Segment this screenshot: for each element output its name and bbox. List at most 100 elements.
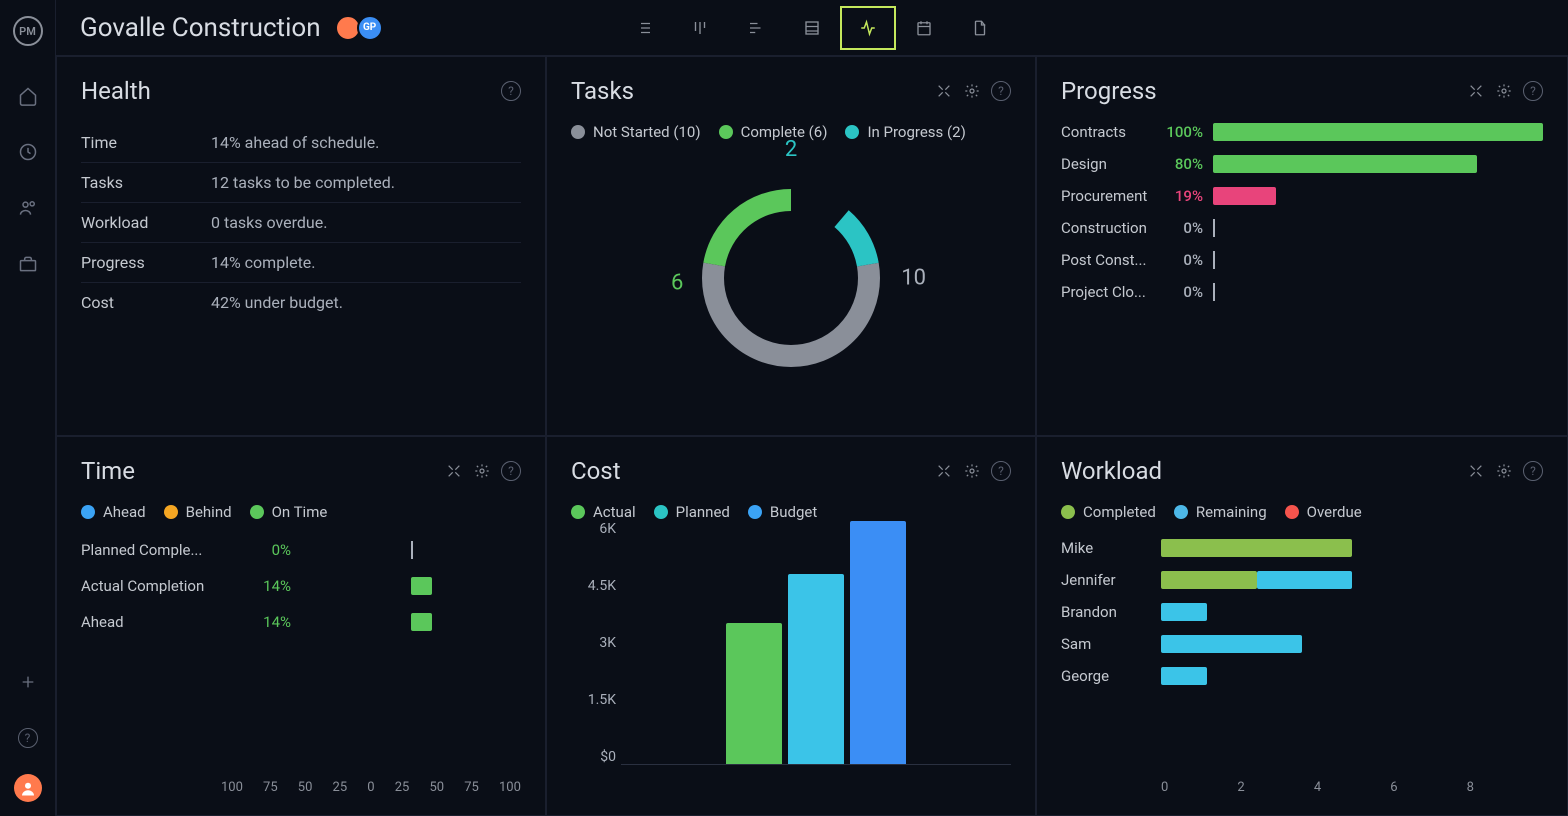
- health-label: Time: [81, 133, 211, 152]
- view-gantt-icon[interactable]: [728, 6, 784, 50]
- progress-name: Procurement: [1061, 187, 1159, 205]
- panel-title-progress: Progress: [1061, 77, 1157, 105]
- view-file-icon[interactable]: [952, 6, 1008, 50]
- help-icon[interactable]: ?: [991, 461, 1011, 481]
- panel-cost: Cost ? ActualPlannedBudget 6K4.5K3K1.5K$…: [546, 436, 1036, 816]
- panel-title-cost: Cost: [571, 457, 621, 485]
- nav-people-icon[interactable]: [8, 188, 48, 228]
- legend-item: Planned: [654, 503, 730, 521]
- time-name: Planned Comple...: [81, 541, 241, 559]
- view-board-icon[interactable]: [672, 6, 728, 50]
- gear-icon[interactable]: [963, 462, 981, 480]
- topbar: Govalle Construction GP: [56, 0, 1568, 56]
- legend-item: Overdue: [1285, 503, 1362, 521]
- legend-label: Overdue: [1307, 503, 1362, 521]
- legend-item: Remaining: [1174, 503, 1267, 521]
- cost-bar-chart: 6K4.5K3K1.5K$0: [571, 521, 1011, 795]
- health-row: Cost42% under budget.: [81, 283, 521, 322]
- gear-icon[interactable]: [963, 82, 981, 100]
- time-row: Ahead14%: [81, 613, 521, 631]
- expand-icon[interactable]: [1467, 462, 1485, 480]
- health-row: Workload0 tasks overdue.: [81, 203, 521, 243]
- nav-help-icon[interactable]: ?: [8, 718, 48, 758]
- help-icon[interactable]: ?: [1523, 461, 1543, 481]
- workload-bar: [1161, 571, 1543, 589]
- panel-tasks: Tasks ? Not Started (10) Complete (6) In P…: [546, 56, 1036, 436]
- progress-bar: [1213, 283, 1543, 301]
- progress-pct: 100%: [1159, 123, 1203, 141]
- health-label: Workload: [81, 213, 211, 232]
- legend-label: Behind: [186, 503, 232, 521]
- legend-dot: [1174, 505, 1188, 519]
- gear-icon[interactable]: [1495, 462, 1513, 480]
- progress-row: Project Clo...0%: [1061, 283, 1543, 301]
- nav-briefcase-icon[interactable]: [8, 244, 48, 284]
- axis-tick: 50: [429, 780, 444, 795]
- progress-name: Post Const...: [1061, 251, 1159, 269]
- panel-title-tasks: Tasks: [571, 77, 634, 105]
- axis-tick: 6: [1390, 780, 1466, 795]
- axis-tick: 100: [221, 780, 243, 795]
- nav-add-icon[interactable]: [8, 662, 48, 702]
- view-pulse-icon[interactable]: [840, 6, 896, 50]
- help-icon[interactable]: ?: [501, 461, 521, 481]
- nav-home-icon[interactable]: [8, 76, 48, 116]
- workload-axis: 02468: [1061, 780, 1543, 795]
- legend-item: In Progress (2): [845, 123, 965, 141]
- time-bar: [301, 541, 521, 559]
- y-tick: 4.5K: [571, 578, 616, 594]
- view-calendar-icon[interactable]: [896, 6, 952, 50]
- axis-tick: 8: [1467, 780, 1543, 795]
- gear-icon[interactable]: [473, 462, 491, 480]
- health-label: Tasks: [81, 173, 211, 192]
- legend-dot: [250, 505, 264, 519]
- workload-name: Sam: [1061, 635, 1161, 653]
- help-icon[interactable]: ?: [501, 81, 521, 101]
- sidebar: PM ?: [0, 0, 56, 816]
- view-grid-icon[interactable]: [784, 6, 840, 50]
- help-icon[interactable]: ?: [991, 81, 1011, 101]
- user-avatar[interactable]: [14, 774, 42, 802]
- expand-icon[interactable]: [935, 82, 953, 100]
- gear-icon[interactable]: [1495, 82, 1513, 100]
- expand-icon[interactable]: [935, 462, 953, 480]
- progress-bar: [1213, 155, 1543, 173]
- project-members[interactable]: GP: [339, 15, 383, 41]
- legend-dot: [571, 125, 585, 139]
- axis-tick: 2: [1237, 780, 1313, 795]
- workload-segment: [1161, 571, 1257, 589]
- workload-bar: [1161, 667, 1543, 685]
- legend-item: Not Started (10): [571, 123, 701, 141]
- help-icon[interactable]: ?: [1523, 81, 1543, 101]
- legend-dot: [164, 505, 178, 519]
- y-tick: 6K: [571, 521, 616, 537]
- panel-progress: Progress ? Contracts100%Design80%Procure…: [1036, 56, 1568, 436]
- time-pct: 14%: [241, 613, 291, 631]
- cost-bar: [850, 521, 906, 764]
- legend-item: Complete (6): [719, 123, 828, 141]
- time-pct: 0%: [241, 541, 291, 559]
- axis-tick: 75: [464, 780, 479, 795]
- legend-label: Actual: [593, 503, 636, 521]
- member-avatar-2[interactable]: GP: [357, 15, 383, 41]
- time-row: Planned Comple...0%: [81, 541, 521, 559]
- health-value: 14% ahead of schedule.: [211, 133, 379, 152]
- expand-icon[interactable]: [1467, 82, 1485, 100]
- health-label: Cost: [81, 293, 211, 312]
- workload-bar: [1161, 603, 1543, 621]
- workload-segment: [1161, 603, 1207, 621]
- panel-workload: Workload ? CompletedRemainingOverdue Mik…: [1036, 436, 1568, 816]
- view-list-icon[interactable]: [616, 6, 672, 50]
- legend-label: Not Started (10): [593, 123, 701, 141]
- panel-title-time: Time: [81, 457, 135, 485]
- health-value: 12 tasks to be completed.: [211, 173, 395, 192]
- app-logo[interactable]: PM: [13, 16, 43, 46]
- legend-item: Actual: [571, 503, 636, 521]
- progress-row: Design80%: [1061, 155, 1543, 173]
- nav-clock-icon[interactable]: [8, 132, 48, 172]
- expand-icon[interactable]: [445, 462, 463, 480]
- legend-item: Behind: [164, 503, 232, 521]
- panel-title-workload: Workload: [1061, 457, 1162, 485]
- workload-name: Brandon: [1061, 603, 1161, 621]
- legend-dot: [748, 505, 762, 519]
